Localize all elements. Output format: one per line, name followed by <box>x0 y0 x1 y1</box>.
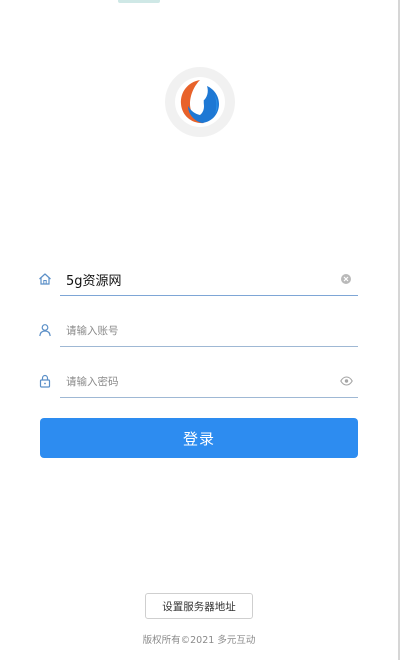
server-input[interactable] <box>66 266 331 292</box>
password-field <box>36 364 358 398</box>
password-input[interactable] <box>66 368 331 394</box>
copyright-text: 版权所有©2021 多元互动 <box>142 635 256 646</box>
home-icon <box>38 272 52 286</box>
login-screen: 登录 设置服务器地址 版权所有©2021 多元互动 <box>0 0 400 660</box>
account-underline <box>60 346 358 347</box>
server-underline <box>60 294 358 296</box>
set-server-address-button[interactable]: 设置服务器地址 <box>145 593 253 619</box>
app-logo-icon <box>174 76 226 128</box>
server-field <box>36 262 358 296</box>
clear-icon[interactable] <box>340 273 352 285</box>
app-logo <box>165 67 235 137</box>
user-icon <box>38 323 52 337</box>
account-input[interactable] <box>66 317 331 343</box>
account-field <box>36 313 358 347</box>
eye-icon[interactable] <box>340 375 353 387</box>
lock-icon <box>38 374 52 388</box>
login-button[interactable]: 登录 <box>40 418 358 458</box>
status-indicator <box>118 0 160 3</box>
password-underline <box>60 397 358 398</box>
